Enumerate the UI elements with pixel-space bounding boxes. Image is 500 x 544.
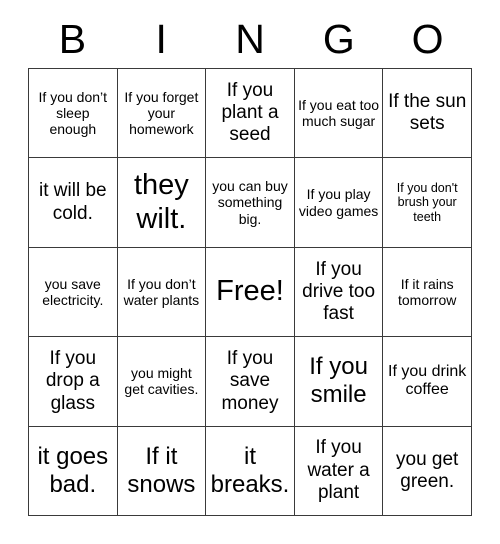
bingo-cell-text: it goes bad. — [37, 442, 109, 498]
bingo-header-letter-b: B — [58, 15, 87, 62]
bingo-cell-text: you save electricity. — [42, 275, 104, 308]
bingo-cell[interactable]: it breaks. — [206, 426, 295, 516]
bingo-header-letter-n: N — [235, 15, 265, 62]
bingo-cell[interactable]: you might get cavities. — [117, 337, 207, 427]
bingo-cell-text: If you don't brush your teeth — [396, 180, 458, 224]
bingo-cell-text: If you don’t sleep enough — [38, 88, 108, 138]
bingo-cell[interactable]: If it snows — [117, 426, 207, 516]
bingo-cell[interactable]: it will be cold. — [29, 158, 118, 248]
bingo-cell[interactable]: If it rains tomorrow — [383, 247, 472, 338]
bingo-cell-text: If you drop a glass — [45, 348, 100, 414]
bingo-cell-text: If the sun sets — [388, 90, 467, 135]
bingo-cell-text: you get green. — [396, 448, 459, 492]
bingo-cell[interactable]: If you forget your homework — [117, 69, 207, 159]
bingo-grid: If you don’t sleep enough If you forget y… — [28, 68, 472, 516]
bingo-cell[interactable]: If you drink coffee — [383, 337, 472, 427]
bingo-cell-text: If you drive too fast — [302, 258, 376, 325]
bingo-cell-text: it breaks. — [210, 442, 290, 498]
bingo-cell[interactable]: If you eat too much sugar — [294, 69, 384, 159]
bingo-cell-text: If you don’t water plants — [123, 275, 200, 308]
bingo-cell[interactable]: If you play video games — [294, 158, 384, 248]
bingo-cell[interactable]: you can buy something big. — [206, 158, 295, 248]
bingo-cell-text: Free! — [216, 275, 284, 308]
bingo-cell[interactable]: If you don’t water plants — [117, 247, 207, 338]
bingo-cell[interactable]: it goes bad. — [29, 426, 118, 516]
bingo-free-space[interactable]: Free! — [206, 247, 295, 338]
bingo-header-letter-g: G — [322, 15, 355, 62]
bingo-cell[interactable]: If you plant a seed — [206, 69, 295, 159]
bingo-cell[interactable]: If you smile — [294, 337, 384, 427]
bingo-cell-text: you might get cavities. — [124, 365, 199, 398]
bingo-cell[interactable]: you save electricity. — [29, 247, 118, 338]
bingo-cell[interactable]: If you drive too fast — [294, 247, 384, 338]
bingo-cell-text: If it snows — [127, 442, 196, 498]
bingo-cell[interactable]: If you don’t sleep enough — [29, 69, 118, 159]
bingo-card: B I N G O If you don’t sleep enough If you fo… — [28, 10, 472, 516]
bingo-cell[interactable]: If the sun sets — [383, 69, 472, 159]
bingo-cell[interactable]: you get green. — [383, 426, 472, 516]
bingo-cell-text: If you water a plant — [307, 437, 370, 503]
bingo-cell-text: If you play video games — [298, 186, 379, 219]
bingo-cell[interactable]: If you save money — [206, 337, 295, 427]
bingo-cell-text: it will be cold. — [39, 180, 107, 224]
bingo-cell-text: If you plant a seed — [221, 79, 279, 146]
bingo-cell-text: If you forget your homework — [124, 88, 199, 138]
bingo-header-letter-o: O — [411, 15, 444, 62]
bingo-header: BINGO — [28, 10, 472, 68]
bingo-cell-text: If you eat too much sugar — [298, 96, 380, 130]
bingo-cell[interactable]: If you don't brush your teeth — [383, 158, 472, 248]
bingo-cell-text: If you drink coffee — [388, 362, 467, 399]
bingo-cell[interactable]: they wilt. — [117, 158, 207, 248]
bingo-cell-text: If you smile — [309, 353, 368, 409]
bingo-cell-text: If it rains tomorrow — [398, 275, 457, 308]
bingo-cell-text: If you save money — [221, 348, 279, 414]
bingo-cell-text: you can buy something big. — [212, 178, 288, 227]
bingo-cell[interactable]: If you drop a glass — [29, 337, 118, 427]
bingo-cell-text: they wilt. — [133, 168, 189, 235]
bingo-header-letter-i: I — [155, 15, 167, 62]
bingo-cell[interactable]: If you water a plant — [294, 426, 384, 516]
